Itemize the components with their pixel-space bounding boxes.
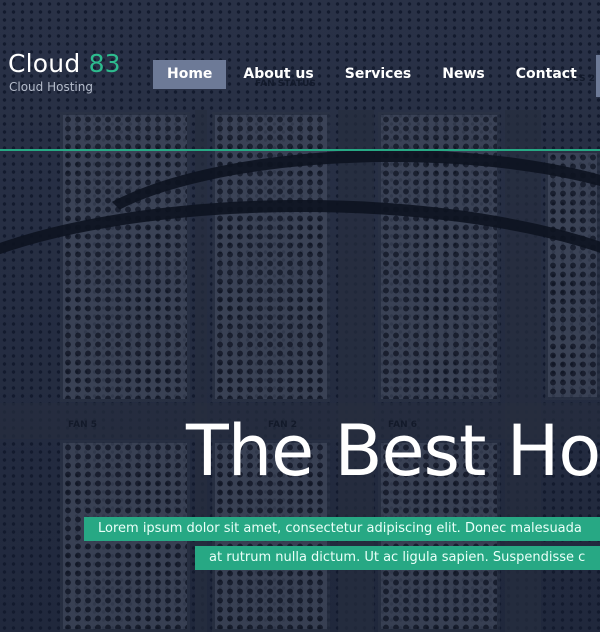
logo-number: 83	[88, 49, 121, 78]
site-header: Cloud 83 Cloud Hosting Home About us Ser…	[0, 0, 600, 151]
nav-services[interactable]: Services	[331, 60, 426, 89]
logo[interactable]: Cloud 83	[8, 49, 121, 78]
nav-about-us[interactable]: About us	[229, 60, 327, 89]
nav-overflow-item[interactable]	[596, 55, 600, 97]
nav-home[interactable]: Home	[153, 60, 227, 89]
logo-name: Cloud	[8, 49, 81, 78]
nav-news[interactable]: News	[428, 60, 498, 89]
hero-text-line-2: at rutrum nulla dictum. Ut ac ligula sap…	[195, 546, 600, 570]
nav-contact[interactable]: Contact	[502, 60, 591, 89]
logo-tagline: Cloud Hosting	[9, 80, 93, 94]
fan-label: FAN 5	[68, 420, 98, 430]
hero-title: The Best Ho	[186, 410, 600, 492]
main-nav: Home About us Services News Contact	[153, 60, 594, 89]
hero-text-line-1: Lorem ipsum dolor sit amet, consectetur …	[84, 517, 600, 541]
